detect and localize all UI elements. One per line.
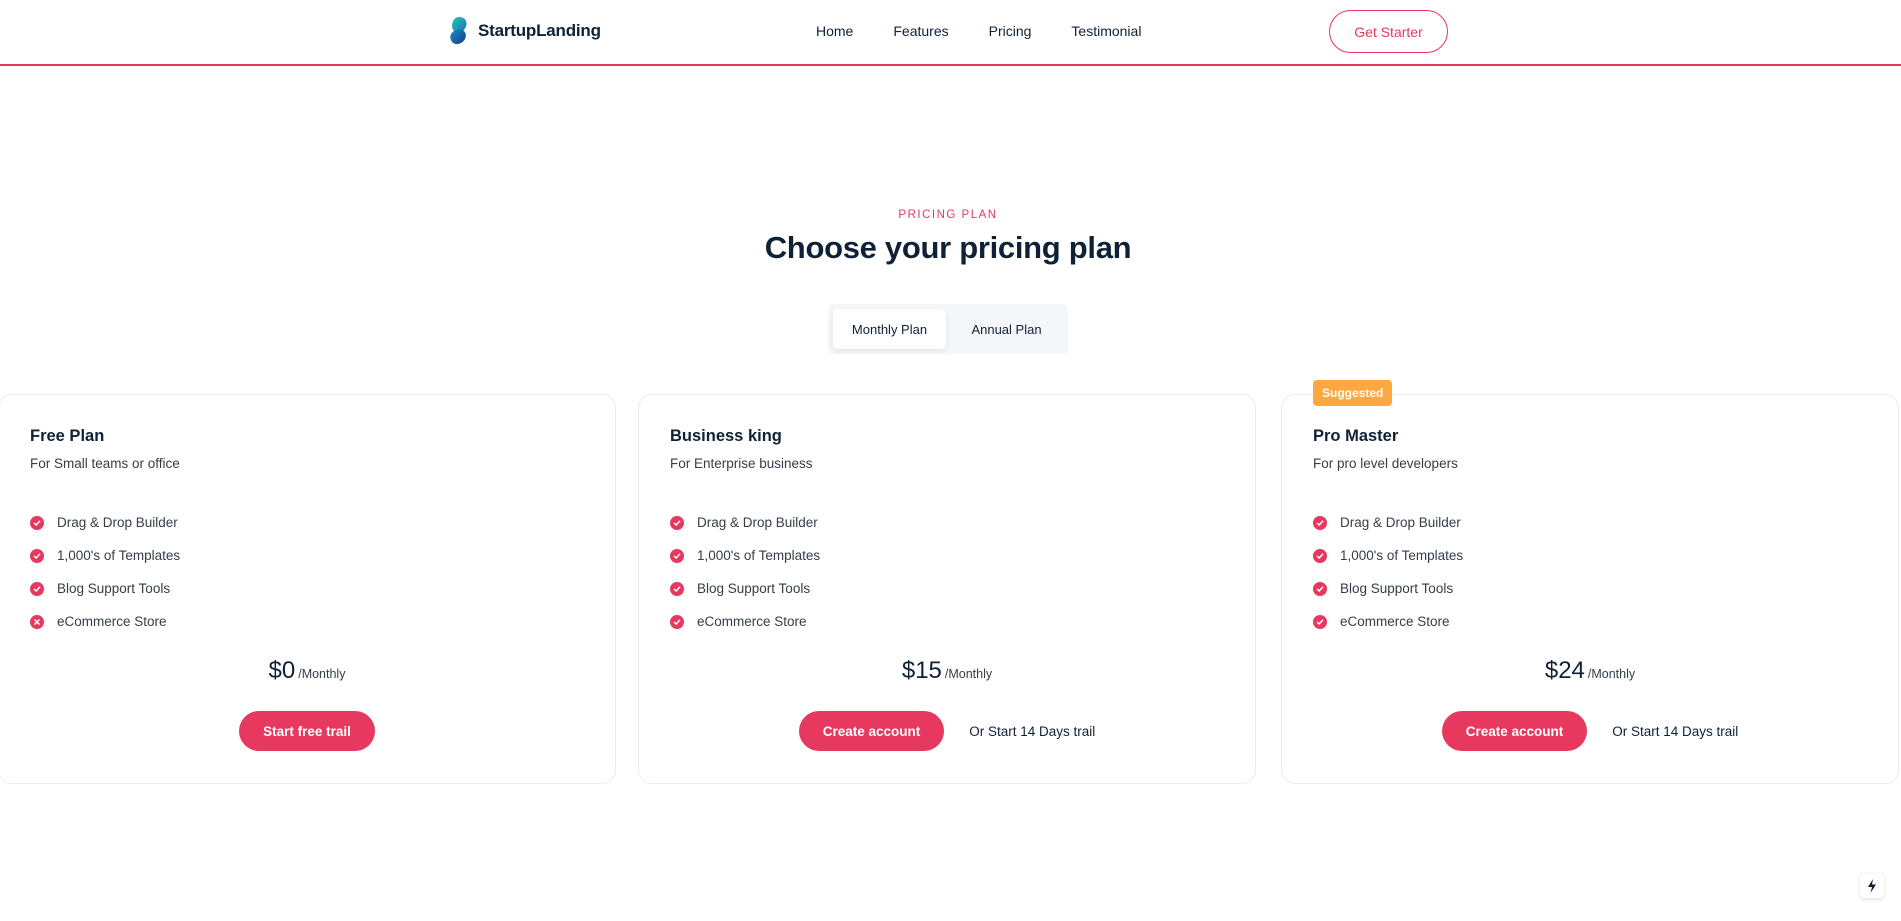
plan-period: /Monthly	[944, 667, 993, 681]
plan-price: $24	[1544, 657, 1585, 684]
get-starter-button[interactable]: Get Starter	[1329, 10, 1448, 53]
nav-link-features[interactable]: Features	[893, 23, 948, 39]
feature-label: Drag & Drop Builder	[697, 515, 818, 530]
leaf-logo-icon	[448, 16, 470, 46]
feature-label: Drag & Drop Builder	[1340, 515, 1461, 530]
feature-label: eCommerce Store	[1340, 614, 1450, 629]
feature-label: Blog Support Tools	[1340, 581, 1454, 596]
feature-label: 1,000's of Templates	[1340, 548, 1464, 563]
plan-price: $0	[268, 657, 296, 684]
check-icon	[1313, 614, 1327, 629]
feature-item: Blog Support Tools	[30, 572, 180, 605]
plan-description: For Small teams or office	[30, 456, 180, 471]
feature-item: Drag & Drop Builder	[1313, 506, 1463, 539]
nav-link-pricing[interactable]: Pricing	[989, 23, 1032, 39]
price-row: $24 /Monthly	[1282, 657, 1898, 685]
feature-label: eCommerce Store	[57, 614, 167, 629]
create-account-button[interactable]: Create account	[798, 711, 945, 751]
lightning-icon[interactable]	[1860, 874, 1884, 898]
feature-item: 1,000's of Templates	[670, 539, 820, 572]
plan-period: /Monthly	[298, 667, 346, 681]
monthly-plan-tab[interactable]: Monthly Plan	[833, 309, 946, 349]
feature-label: 1,000's of Templates	[697, 548, 821, 563]
start-free-trial-button[interactable]: Start free trail	[239, 711, 375, 751]
plan-description: For pro level developers	[1313, 456, 1458, 471]
main-nav: Home Features Pricing Testimonial	[816, 0, 1141, 62]
feature-item: eCommerce Store	[670, 605, 820, 638]
check-icon	[670, 515, 684, 530]
plan-description: For Enterprise business	[670, 456, 813, 471]
feature-label: 1,000's of Templates	[57, 548, 181, 563]
feature-item: eCommerce Store	[30, 605, 180, 638]
plan-period-toggle: Monthly Plan Annual Plan	[828, 304, 1068, 354]
feature-item: Drag & Drop Builder	[670, 506, 820, 539]
pricing-card-free: Free Plan For Small teams or office Drag…	[0, 394, 616, 784]
feature-item: eCommerce Store	[1313, 605, 1463, 638]
brand-logo-link[interactable]: StartupLanding	[448, 16, 601, 46]
site-header: StartupLanding Home Features Pricing Tes…	[0, 0, 1901, 66]
check-icon	[30, 581, 44, 596]
check-icon	[30, 548, 44, 563]
close-icon	[30, 614, 44, 629]
feature-item: 1,000's of Templates	[30, 539, 180, 572]
create-account-button[interactable]: Create account	[1441, 711, 1588, 751]
check-icon	[30, 515, 44, 530]
start-trial-link[interactable]: Or Start 14 Days trail	[969, 724, 1095, 739]
check-icon	[670, 548, 684, 563]
feature-item: Blog Support Tools	[1313, 572, 1463, 605]
feature-list: Drag & Drop Builder 1,000's of Templates…	[1313, 506, 1463, 638]
feature-item: Blog Support Tools	[670, 572, 820, 605]
plan-name: Pro Master	[1313, 427, 1399, 445]
check-icon	[670, 614, 684, 629]
plan-period: /Monthly	[1587, 667, 1636, 681]
feature-label: eCommerce Store	[697, 614, 807, 629]
price-row: $15 /Monthly	[639, 657, 1255, 685]
pricing-card-business: Business king For Enterprise business Dr…	[638, 394, 1256, 784]
plan-name: Free Plan	[30, 427, 105, 445]
nav-link-home[interactable]: Home	[816, 23, 853, 39]
card-actions: Create account Or Start 14 Days trail	[1282, 711, 1898, 751]
card-actions: Create account Or Start 14 Days trail	[639, 711, 1255, 751]
section-eyebrow: PRICING PLAN	[898, 209, 998, 221]
check-icon	[1313, 515, 1327, 530]
feature-item: 1,000's of Templates	[1313, 539, 1463, 572]
check-icon	[670, 581, 684, 596]
price-row: $0 /Monthly	[0, 657, 615, 685]
section-title: Choose your pricing plan	[764, 230, 1132, 265]
feature-label: Blog Support Tools	[57, 581, 171, 596]
feature-item: Drag & Drop Builder	[30, 506, 180, 539]
plan-price: $15	[901, 657, 942, 684]
check-icon	[1313, 548, 1327, 563]
feature-label: Drag & Drop Builder	[57, 515, 178, 530]
feature-list: Drag & Drop Builder 1,000's of Templates…	[670, 506, 820, 638]
feature-label: Blog Support Tools	[697, 581, 811, 596]
suggested-badge: Suggested	[1313, 380, 1393, 406]
card-actions: Start free trail	[0, 711, 615, 751]
pricing-card-pro: Suggested Pro Master For pro level devel…	[1281, 380, 1899, 784]
nav-link-testimonial[interactable]: Testimonial	[1071, 23, 1141, 39]
brand-name: StartupLanding	[478, 21, 601, 40]
feature-list: Drag & Drop Builder 1,000's of Templates…	[30, 506, 180, 638]
check-icon	[1313, 581, 1327, 596]
annual-plan-tab[interactable]: Annual Plan	[950, 309, 1063, 349]
plan-name: Business king	[670, 427, 782, 445]
start-trial-link[interactable]: Or Start 14 Days trail	[1612, 724, 1738, 739]
